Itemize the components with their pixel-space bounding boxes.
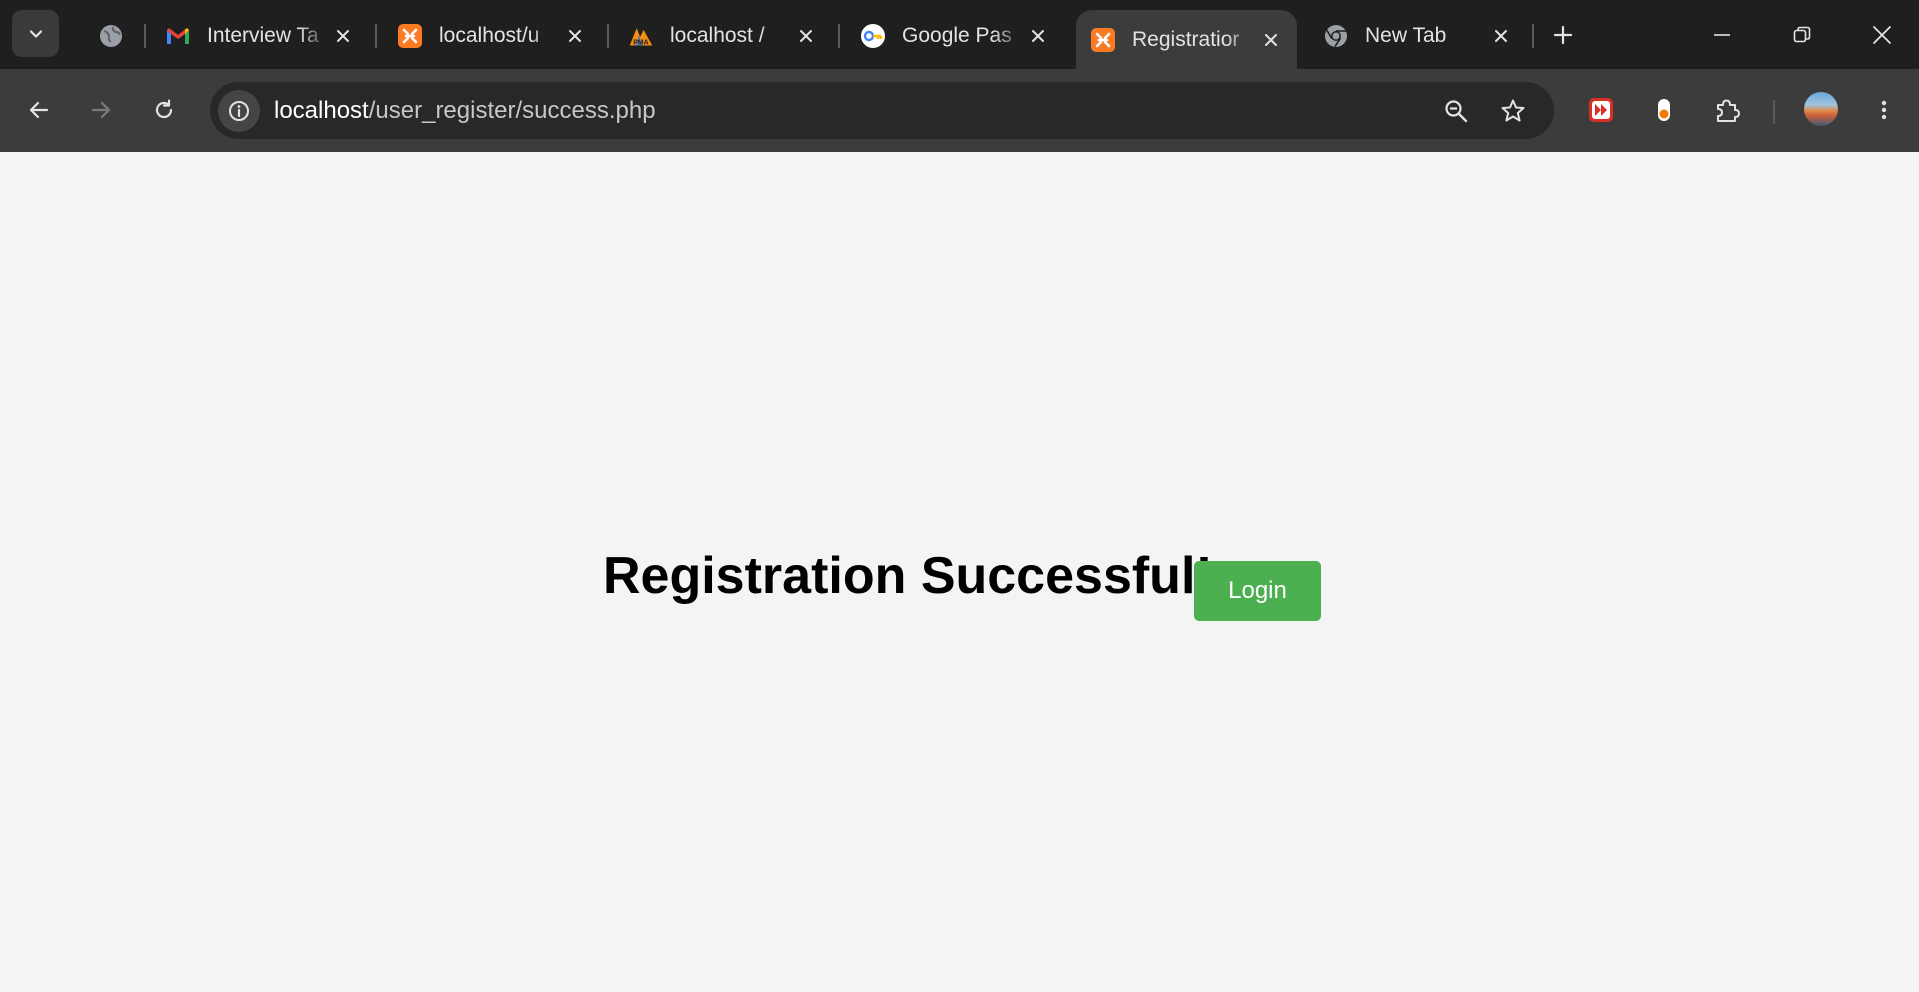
tab-title: Interview Ta <box>207 23 319 47</box>
tab-registration[interactable]: Registratior <box>1076 10 1297 69</box>
close-icon <box>1265 33 1277 46</box>
restore-icon <box>1793 26 1811 43</box>
phpmyadmin-icon: PMA <box>628 23 654 49</box>
zoom-out-icon <box>1445 100 1468 123</box>
close-tab-button[interactable] <box>329 22 357 50</box>
minimize-icon <box>1714 34 1730 36</box>
page-title: Registration Successful! <box>603 547 1213 605</box>
close-tab-button[interactable] <box>561 22 589 50</box>
arrow-left-icon <box>29 101 49 119</box>
close-icon <box>1495 29 1507 42</box>
tab-title: New Tab <box>1365 23 1447 47</box>
close-tab-button[interactable] <box>792 22 820 50</box>
fast-forward-extension-icon <box>1589 98 1613 122</box>
tab-title: Registratior <box>1132 27 1240 51</box>
forward-button[interactable] <box>80 89 122 131</box>
back-button[interactable] <box>18 89 60 131</box>
globe-icon <box>100 24 122 47</box>
minimize-button[interactable] <box>1692 10 1752 60</box>
address-bar[interactable]: localhost/user_register/success.php <box>210 82 1554 139</box>
tab-phpmyadmin[interactable]: PMA localhost / <box>614 10 832 61</box>
toolbar-divider <box>1773 100 1775 124</box>
more-vert-icon <box>1881 100 1887 120</box>
close-icon <box>337 29 349 42</box>
tab-separator <box>838 24 840 48</box>
tab-separator <box>375 24 377 48</box>
tab-title: localhost / <box>670 23 765 47</box>
tab-strip: Interview Ta localhost/u PMA localhost /… <box>0 0 1919 69</box>
site-info-button[interactable] <box>218 90 260 132</box>
chrome-icon <box>1323 23 1349 49</box>
page-content: Registration Successful! Login <box>0 152 1919 992</box>
google-passwords-icon <box>860 23 886 49</box>
restore-button[interactable] <box>1772 10 1832 60</box>
tab-new-tab[interactable]: New Tab <box>1309 10 1527 61</box>
xampp-icon <box>397 23 423 49</box>
reload-icon <box>155 99 173 119</box>
arrow-right-icon <box>91 101 111 119</box>
zoom-button[interactable] <box>1438 93 1474 129</box>
toggle-extension-icon <box>1658 99 1670 121</box>
xampp-icon <box>1090 27 1116 53</box>
tab-title: Google Pas <box>902 23 1012 47</box>
url-host: localhost <box>274 97 369 124</box>
tab-separator <box>144 24 146 48</box>
new-tab-button[interactable] <box>1545 17 1581 53</box>
close-tab-button[interactable] <box>1257 26 1285 54</box>
login-button[interactable]: Login <box>1194 561 1321 621</box>
star-icon <box>1501 99 1525 122</box>
chevron-down-icon <box>29 29 42 38</box>
close-tab-button[interactable] <box>1487 22 1515 50</box>
gmail-icon <box>165 23 191 49</box>
extension-button[interactable] <box>1643 89 1685 131</box>
close-icon <box>569 29 581 42</box>
profile-avatar[interactable] <box>1804 92 1838 126</box>
tab-localhost-register[interactable]: localhost/u <box>383 10 601 61</box>
bookmark-button[interactable] <box>1495 93 1531 129</box>
tab-separator <box>1532 24 1534 48</box>
close-icon <box>1873 26 1891 44</box>
svg-text:PMA: PMA <box>633 39 648 46</box>
close-icon <box>800 29 812 42</box>
close-tab-button[interactable] <box>1024 22 1052 50</box>
url-text[interactable]: localhost/user_register/success.php <box>274 97 656 125</box>
tab-gmail[interactable]: Interview Ta <box>151 10 369 61</box>
tab-separator <box>607 24 609 48</box>
extension-button[interactable] <box>1580 89 1622 131</box>
info-icon <box>229 101 249 121</box>
tab-google-passwords[interactable]: Google Pas <box>846 10 1064 61</box>
extensions-button[interactable] <box>1706 89 1748 131</box>
tab-title: localhost/u <box>439 23 540 47</box>
chrome-menu-button[interactable] <box>1863 89 1905 131</box>
close-icon <box>1032 29 1044 42</box>
url-path: /user_register/success.php <box>368 97 656 124</box>
plus-icon <box>1553 25 1573 45</box>
puzzle-icon <box>1717 99 1740 122</box>
browser-toolbar: localhost/user_register/success.php <box>0 69 1919 152</box>
close-window-button[interactable] <box>1852 10 1912 60</box>
pinned-tab[interactable] <box>85 10 137 61</box>
reload-button[interactable] <box>143 89 185 131</box>
tab-search-button[interactable] <box>12 10 59 57</box>
